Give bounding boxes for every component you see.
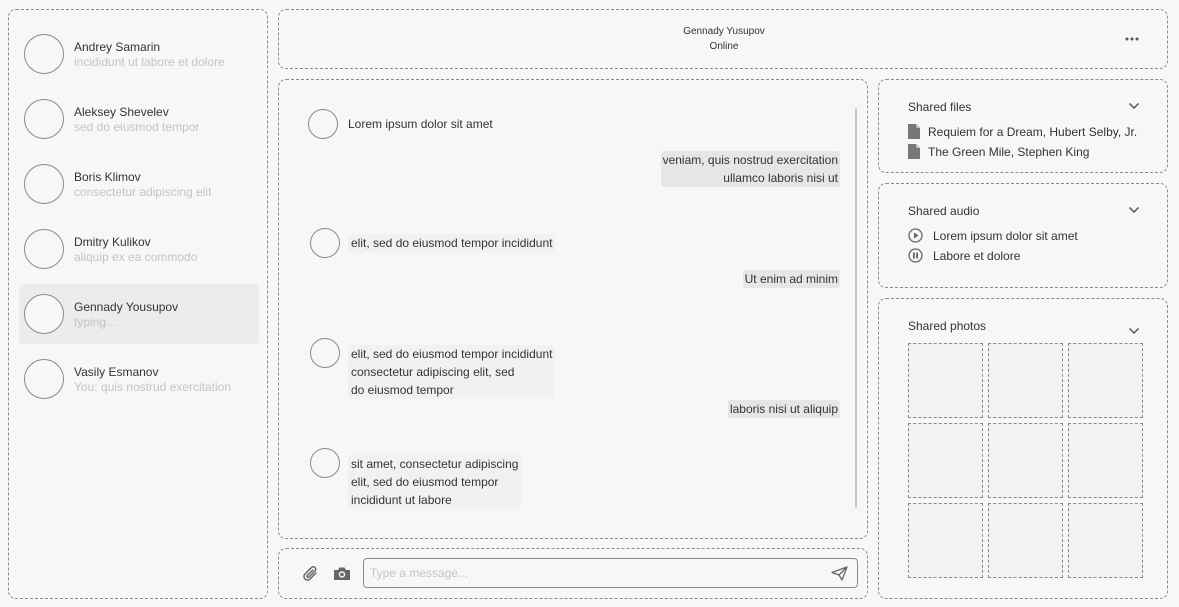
photo-thumbnail[interactable] [908,423,983,498]
message-composer [278,548,868,599]
avatar [24,99,64,139]
contact-item[interactable]: Andrey Samarin incididunt ut labore et d… [19,24,259,84]
section-title: Shared photos [908,319,987,333]
file-icon [908,144,920,162]
avatar [308,109,338,139]
chevron-down-icon[interactable] [1128,97,1140,115]
contact-item[interactable]: Boris Klimov consectetur adipiscing elit [19,154,259,214]
message-incoming: elit, sed do eiusmod tempor incididunt [348,234,556,252]
avatar [24,164,64,204]
camera-icon[interactable] [333,566,351,586]
photo-thumbnail[interactable] [908,503,983,578]
contact-item[interactable]: Dmitry Kulikov aliquip ex ea commodo [19,219,259,279]
message-line: ullamco laboris nisi ut [723,171,838,185]
contact-name: Gennady Yousupov [74,300,179,314]
file-name: Requiem for a Dream, Hubert Selby, Jr. [928,125,1138,139]
message-line: incididunt ut labore [351,493,452,507]
contact-name: Andrey Samarin [74,40,161,54]
send-icon[interactable] [831,566,848,586]
photo-thumbnail[interactable] [988,503,1063,578]
more-horizontal-icon[interactable] [1125,28,1139,44]
shared-photos-section: Shared photos [878,298,1168,599]
message-line: sit amet, consectetur adipiscing [351,457,519,471]
file-icon [908,124,920,142]
contacts-panel: Andrey Samarin incididunt ut labore et d… [8,9,268,599]
contact-preview: consectetur adipiscing elit [74,185,212,199]
avatar [24,359,64,399]
chat-contact-name: Gennady Yusupov [683,26,765,37]
message-line: elit, sed do eiusmod tempor incididunt [351,236,553,250]
message-incoming: sit amet, consectetur adipiscing elit, s… [348,455,522,509]
pause-icon[interactable] [908,248,923,266]
avatar [310,338,340,368]
photo-thumbnail[interactable] [988,423,1063,498]
chat-contact-status: Online [709,41,739,52]
avatar [310,448,340,478]
contact-preview: You: quis nostrud exercitation [74,380,231,394]
chat-header: Gennady Yusupov Online [278,9,1168,69]
avatar [24,294,64,334]
contact-preview: aliquip ex ea commodo [74,250,198,264]
section-title: Shared audio [908,204,980,218]
contact-item[interactable]: Vasily Esmanov You: quis nostrud exercit… [19,349,259,409]
avatar [24,229,64,269]
avatar [24,34,64,74]
shared-audio-section: Shared audio Lorem ipsum dolor sit amet … [878,183,1168,288]
contact-item[interactable]: Aleksey Shevelev sed do eiusmod tempor [19,89,259,149]
message-line: Ut enim ad minim [744,272,838,286]
message-line: elit, sed do eiusmod tempor incididunt [351,347,553,361]
message-incoming: elit, sed do eiusmod tempor incididunt c… [348,345,556,399]
audio-name: Labore et dolore [933,249,1021,263]
file-name: The Green Mile, Stephen King [928,145,1090,159]
message-line: do eiusmod tempor [351,383,454,397]
contact-name: Boris Klimov [74,170,141,184]
contact-preview: incididunt ut labore et dolore [74,55,225,69]
contact-name: Vasily Esmanov [74,365,159,379]
contact-name: Dmitry Kulikov [74,235,151,249]
scrollbar[interactable] [855,108,857,508]
contact-preview: sed do eiusmod tempor [74,120,200,134]
paperclip-icon[interactable] [303,565,319,588]
message-line: laboris nisi ut aliquip [729,402,838,416]
message-incoming: Lorem ipsum dolor sit amet [348,115,493,133]
avatar [310,228,340,258]
chevron-down-icon[interactable] [1128,322,1140,340]
message-line: consectetur adipiscing elit, sed [351,365,515,379]
message-line: Lorem ipsum dolor sit amet [348,117,493,131]
contact-preview: typing... [74,315,117,329]
photo-thumbnail[interactable] [988,343,1063,418]
contact-item-active[interactable]: Gennady Yousupov typing... [19,284,259,344]
chevron-down-icon[interactable] [1128,201,1140,219]
section-title: Shared files [908,100,972,114]
contact-name: Aleksey Shevelev [74,105,169,119]
photo-thumbnail[interactable] [908,343,983,418]
message-outgoing: Ut enim ad minim [742,270,840,288]
audio-name: Lorem ipsum dolor sit amet [933,229,1078,243]
message-outgoing: veniam, quis nostrud exercitation ullamc… [660,151,840,187]
photo-thumbnail[interactable] [1068,423,1143,498]
message-list: Lorem ipsum dolor sit amet veniam, quis … [278,79,868,539]
message-input[interactable] [363,558,858,588]
photo-thumbnail[interactable] [1068,503,1143,578]
message-outgoing: laboris nisi ut aliquip [727,400,840,418]
message-line: elit, sed do eiusmod tempor [351,475,499,489]
message-line: veniam, quis nostrud exercitation [662,153,838,167]
play-icon[interactable] [908,228,923,246]
shared-files-section: Shared files Requiem for a Dream, Hubert… [878,79,1168,173]
photo-thumbnail[interactable] [1068,343,1143,418]
